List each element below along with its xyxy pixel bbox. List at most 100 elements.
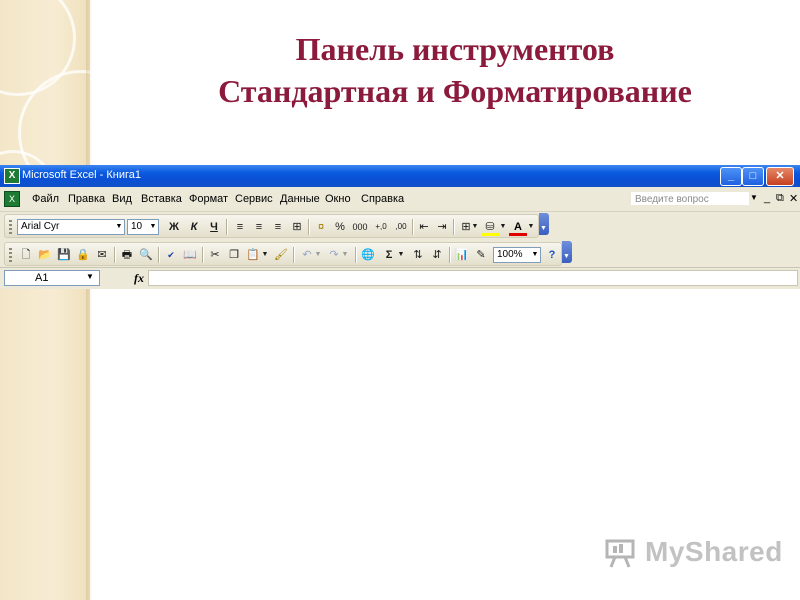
close-button[interactable]: ✕ [766,167,794,186]
insert-function-button[interactable]: fx [134,271,144,286]
close-icon: ✕ [775,170,785,182]
chevron-down-icon[interactable]: ▼ [86,272,94,281]
toolbar-options-button[interactable]: ▼ [562,241,572,263]
decorative-side-panel [0,0,144,600]
doc-close-icon[interactable]: ✕ [789,192,798,205]
new-document-icon[interactable]: 🗋 [17,246,35,264]
chevron-down-icon[interactable]: ▼ [527,218,535,236]
menu-help[interactable]: Справка [361,193,404,205]
chevron-down-icon[interactable]: ▼ [261,246,269,264]
window-title: Microsoft Excel - Книга1 [22,169,141,181]
cut-icon[interactable]: ✂ [206,246,224,264]
font-size-value: 10 [131,221,143,232]
document-icon[interactable]: X [4,191,20,207]
toolbar-grip[interactable] [9,220,12,234]
underline-button[interactable]: Ч [205,218,223,236]
formatting-toolbar: Arial Cyr ▼ 10 ▼ Ж К Ч ≡ ≡ ≡ ⊞ ¤ % 000 +… [0,212,800,240]
help-icon[interactable]: ? [543,246,561,264]
font-color-button[interactable]: A [509,218,527,236]
chevron-down-icon[interactable]: ▼ [114,220,124,234]
increase-indent-icon[interactable]: ⇥ [433,218,451,236]
window-titlebar[interactable]: X Microsoft Excel - Книга1 _ □ ✕ [0,165,800,187]
percent-button[interactable]: % [331,218,349,236]
spelling-icon[interactable]: ✔ [162,246,180,264]
formula-input[interactable] [148,270,798,286]
bold-button[interactable]: Ж [165,218,183,236]
chevron-down-icon[interactable]: ▼ [341,246,349,264]
chevron-down-icon[interactable]: ▼ [750,193,758,202]
toolbar-separator [355,247,357,263]
formula-bar: A1 ▼ fx [0,267,800,289]
align-left-icon[interactable]: ≡ [231,218,249,236]
format-painter-icon[interactable]: 🖌 [272,246,290,264]
chevron-down-icon: ▼ [540,225,547,232]
save-icon[interactable]: 💾 [55,246,73,264]
excel-window: X Microsoft Excel - Книга1 _ □ ✕ X Файл … [0,165,800,289]
hyperlink-icon[interactable]: 🌐 [359,246,377,264]
toolbar-options-button[interactable]: ▼ [539,213,549,235]
menu-view[interactable]: Вид [112,193,132,205]
chevron-down-icon: ▼ [563,253,570,260]
copy-icon[interactable]: ❐ [225,246,243,264]
align-right-icon[interactable]: ≡ [269,218,287,236]
toolbar-separator [202,247,204,263]
chevron-down-icon[interactable]: ▼ [397,246,405,264]
slide-title: Панель инструментов Стандартная и Формат… [150,28,760,112]
thousands-separator-button[interactable]: 000 [349,218,371,236]
autosum-button[interactable]: Σ [380,246,398,264]
sort-ascending-icon[interactable]: ⇅ [409,246,427,264]
zoom-select[interactable]: 100% ▼ [493,247,541,263]
chevron-down-icon[interactable]: ▼ [471,218,479,236]
drawing-icon[interactable]: ✎ [472,246,490,264]
standard-toolbar: 🗋 📂 💾 🔒 ✉ 🖶 🔍 ✔ 📖 ✂ ❐ 📋 ▼ 🖌 ↶ ▼ ↷ ▼ 🌐 Σ [0,240,800,268]
toolbar-separator [226,219,228,235]
doc-restore-icon[interactable]: ⧉ [776,192,784,205]
minimize-button[interactable]: _ [720,167,742,186]
standard-toolbar-body: 🗋 📂 💾 🔒 ✉ 🖶 🔍 ✔ 📖 ✂ ❐ 📋 ▼ 🖌 ↶ ▼ ↷ ▼ 🌐 Σ [4,242,562,266]
slide-title-line-1: Панель инструментов [295,31,615,67]
menu-file[interactable]: Файл [32,193,59,205]
menu-format[interactable]: Формат [189,193,228,205]
email-icon[interactable]: ✉ [93,246,111,264]
toolbar-grip[interactable] [9,248,12,262]
excel-icon[interactable]: X [4,168,20,184]
chart-wizard-icon[interactable]: 📊 [453,246,471,264]
menu-data[interactable]: Данные [280,193,320,205]
decrease-decimal-button[interactable]: ,00 [391,218,411,236]
menu-edit[interactable]: Правка [68,193,105,205]
menu-tools[interactable]: Сервис [235,193,273,205]
menu-insert[interactable]: Вставка [141,193,182,205]
slide-title-line-2: Стандартная и Форматирование [218,73,692,109]
increase-decimal-button[interactable]: +,0 [371,218,391,236]
cell-reference: A1 [35,272,49,284]
paste-icon[interactable]: 📋 [244,246,262,264]
research-icon[interactable]: 📖 [181,246,199,264]
fill-color-icon[interactable]: ⛁ [481,218,499,236]
italic-button[interactable]: К [185,218,203,236]
minimize-icon: _ [727,170,735,182]
merge-center-icon[interactable]: ⊞ [288,218,306,236]
chevron-down-icon[interactable]: ▼ [530,248,540,262]
toolbar-separator [158,247,160,263]
print-icon[interactable]: 🖶 [118,246,136,264]
align-center-icon[interactable]: ≡ [250,218,268,236]
chevron-down-icon[interactable]: ▼ [148,220,158,234]
zoom-value: 100% [497,249,523,260]
chevron-down-icon[interactable]: ▼ [499,218,507,236]
menu-window[interactable]: Окно [325,193,351,205]
doc-minimize-icon[interactable]: _ [764,192,770,204]
chevron-down-icon[interactable]: ▼ [314,246,322,264]
open-folder-icon[interactable]: 📂 [36,246,54,264]
help-question-input[interactable]: Введите вопрос [630,191,750,206]
maximize-icon: □ [749,170,757,182]
print-preview-icon[interactable]: 🔍 [137,246,155,264]
sort-descending-icon[interactable]: ⇵ [428,246,446,264]
permission-icon[interactable]: 🔒 [74,246,92,264]
menu-bar: X Файл Правка Вид Вставка Формат Сервис … [0,187,800,212]
font-size-select[interactable]: 10 ▼ [127,219,159,235]
decrease-indent-icon[interactable]: ⇤ [415,218,433,236]
font-name-select[interactable]: Arial Cyr ▼ [17,219,125,235]
maximize-button[interactable]: □ [742,167,764,186]
font-name-value: Arial Cyr [21,221,60,232]
currency-icon[interactable]: ¤ [312,218,330,236]
